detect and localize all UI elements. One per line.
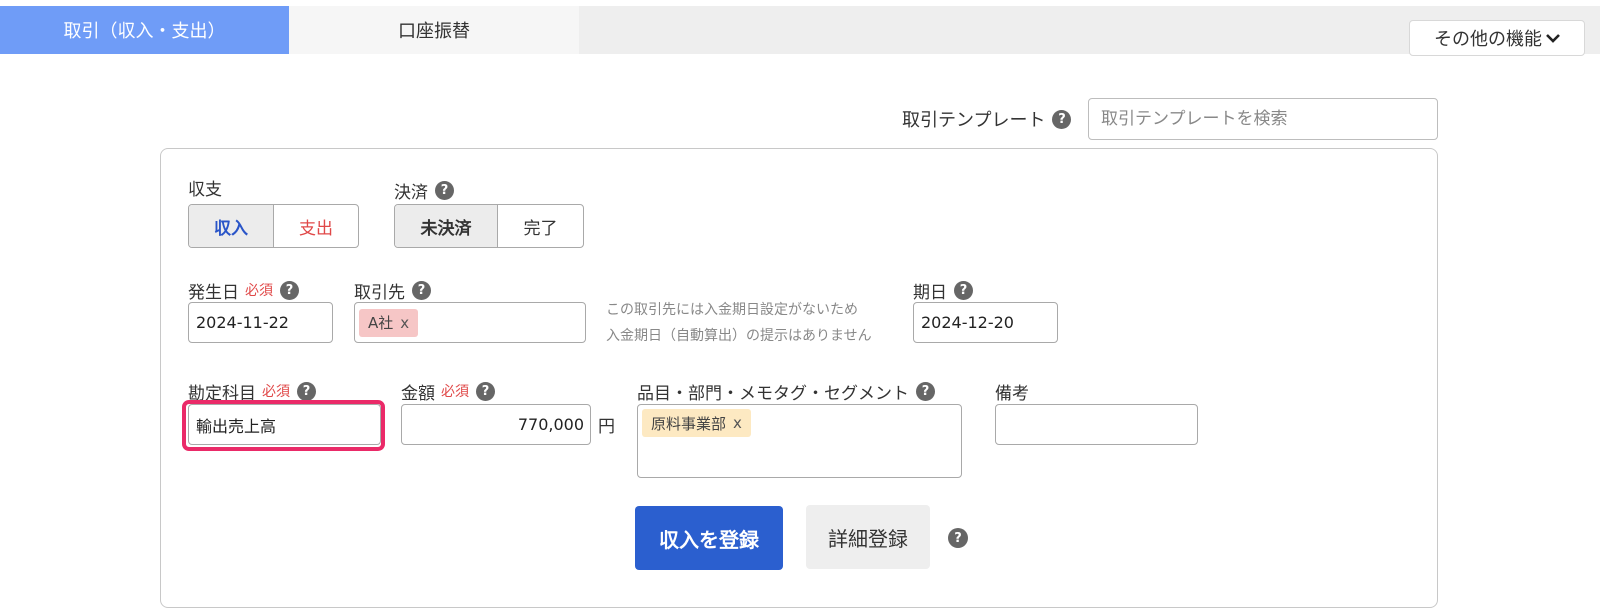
help-icon[interactable]: ?	[948, 528, 968, 548]
partner-tag[interactable]: A社 x	[359, 308, 419, 337]
expense-option[interactable]: 支出	[273, 205, 358, 247]
partner-input[interactable]: A社 x	[354, 302, 586, 343]
detail-register-button[interactable]: 詳細登録	[806, 505, 930, 569]
account-highlight-box	[182, 400, 385, 451]
settlement-toggle: 未決済 完了	[394, 204, 584, 248]
department-tag-remove[interactable]: x	[733, 414, 742, 432]
department-tag[interactable]: 原料事業部 x	[642, 409, 751, 437]
tab-transaction-label: 取引（収入・支出）	[63, 21, 226, 42]
settlement-label: 決済 ?	[394, 178, 454, 203]
required-badge: 必須	[262, 384, 290, 400]
currency-unit: 円	[598, 417, 615, 437]
template-search-input[interactable]	[1088, 98, 1438, 140]
items-label: 品目・部門・メモタグ・セグメント ?	[637, 379, 935, 404]
amount-label: 金額 必須 ?	[401, 379, 495, 404]
template-label-text: 取引テンプレート	[902, 110, 1046, 131]
remarks-label: 備考	[995, 379, 1029, 404]
items-label-text: 品目・部門・メモタグ・セグメント	[637, 383, 909, 404]
amount-input[interactable]: 770,000	[401, 404, 591, 445]
partner-tag-label: A社	[368, 314, 394, 332]
partner-label: 取引先 ?	[354, 278, 431, 303]
amount-label-text: 金額	[401, 383, 435, 404]
tab-account-transfer-label: 口座振替	[398, 21, 470, 42]
type-label-text: 収支	[188, 179, 222, 200]
unsettled-option[interactable]: 未決済	[395, 205, 497, 247]
template-label: 取引テンプレート ?	[902, 104, 1072, 134]
tab-account-transfer[interactable]: 口座振替	[289, 6, 579, 54]
more-features-label: その他の機能	[1434, 29, 1542, 50]
register-income-button[interactable]: 収入を登録	[635, 506, 783, 570]
help-icon[interactable]: ?	[280, 280, 299, 300]
type-label: 収支	[188, 175, 222, 200]
required-badge: 必須	[441, 384, 469, 400]
partner-label-text: 取引先	[354, 282, 405, 303]
partner-tag-remove[interactable]: x	[400, 314, 409, 332]
items-input[interactable]: 原料事業部 x	[637, 404, 962, 478]
due-label: 期日 ?	[913, 278, 973, 303]
due-date-note-line: 入金期日（自動算出）の提示はありません	[606, 328, 872, 344]
remarks-input[interactable]	[995, 404, 1198, 445]
required-badge: 必須	[245, 283, 273, 299]
date-label: 発生日 必須 ?	[188, 278, 299, 303]
help-icon[interactable]: ?	[1052, 109, 1072, 129]
due-label-text: 期日	[913, 282, 947, 303]
help-icon[interactable]: ?	[476, 381, 495, 401]
help-icon[interactable]: ?	[916, 381, 935, 401]
settlement-label-text: 決済	[394, 182, 428, 203]
due-date-input[interactable]: 2024-12-20	[913, 302, 1058, 343]
income-option[interactable]: 収入	[189, 205, 273, 247]
due-date-note-line: この取引先には入金期日設定がないため	[606, 302, 858, 318]
completed-option[interactable]: 完了	[496, 205, 583, 247]
date-label-text: 発生日	[188, 282, 239, 303]
help-icon[interactable]: ?	[954, 280, 973, 300]
department-tag-label: 原料事業部	[651, 414, 727, 433]
top-tab-bar: 取引（収入・支出） 口座振替 その他の機能	[0, 6, 1600, 56]
due-date-note: この取引先には入金期日設定がないため 入金期日（自動算出）の提示はありません	[606, 297, 872, 349]
remarks-label-text: 備考	[995, 383, 1029, 404]
chevron-down-icon	[1546, 34, 1560, 43]
help-icon[interactable]: ?	[297, 381, 316, 401]
help-icon[interactable]: ?	[435, 180, 454, 200]
more-features-button[interactable]: その他の機能	[1409, 20, 1585, 56]
tab-transaction[interactable]: 取引（収入・支出）	[0, 6, 289, 54]
date-input[interactable]: 2024-11-22	[188, 302, 333, 343]
type-toggle: 収入 支出	[188, 204, 359, 248]
help-icon[interactable]: ?	[412, 280, 431, 300]
